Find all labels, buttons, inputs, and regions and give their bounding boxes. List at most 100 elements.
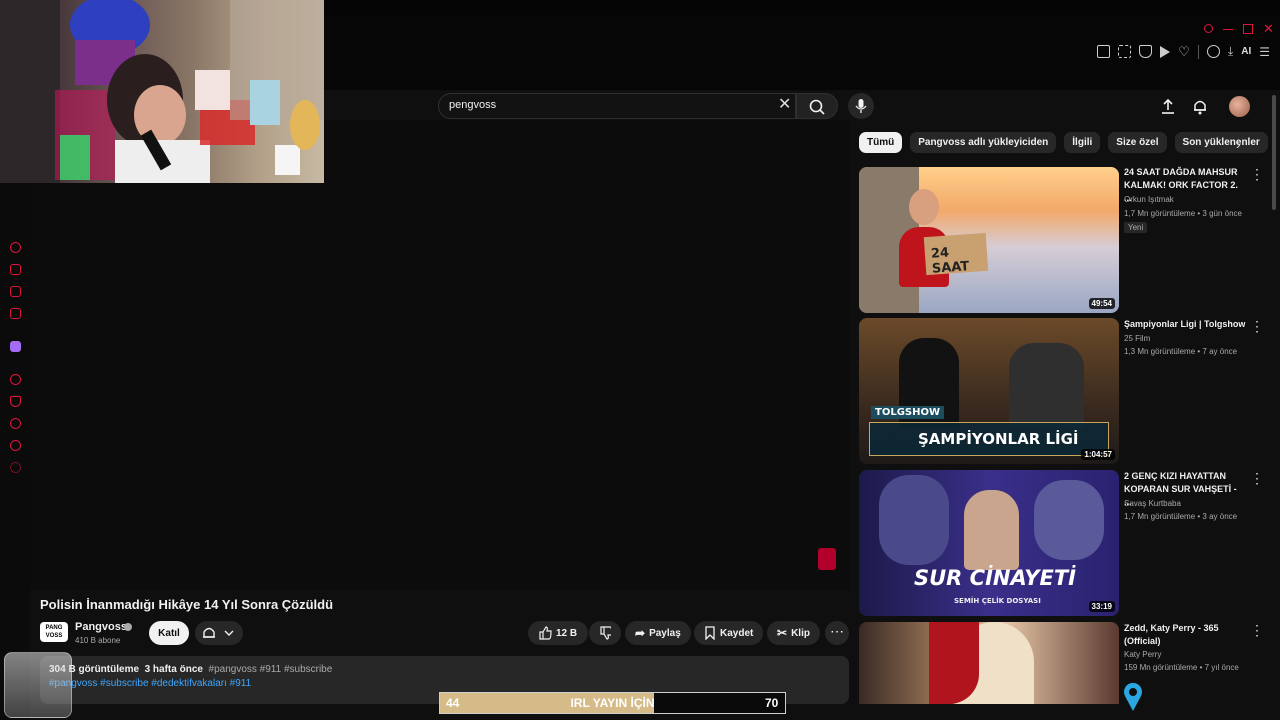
subscription-bell-button[interactable] (195, 621, 243, 645)
thumb-subtext: TOLGSHOW (871, 406, 945, 419)
window-controls: ✕ (1204, 22, 1274, 35)
rec-channel[interactable]: 25 Film (1124, 334, 1150, 343)
bell-icon (203, 627, 234, 638)
close-window-icon[interactable]: ✕ (1263, 22, 1274, 35)
channel-name[interactable]: Pangvoss (75, 621, 127, 633)
thumb-text: 24 SAAT (930, 245, 970, 277)
hashtags-line2[interactable]: #pangvoss #subscribe #dedektifvakaları #… (49, 678, 251, 689)
clip-label: Klip (791, 627, 810, 639)
voice-search-button[interactable] (848, 93, 874, 119)
more-vert-icon[interactable]: ⋮ (1250, 470, 1264, 487)
restore-icon[interactable] (1243, 24, 1253, 34)
history-icon[interactable] (10, 440, 21, 451)
description-meta: 304 B görüntüleme 3 hafta önce #pangvoss… (49, 664, 332, 675)
save-label: Kaydet (720, 627, 754, 639)
chip-uploader[interactable]: Pangvoss adlı yükleyiciden (910, 132, 1057, 153)
channel-logo[interactable]: PANG VOSS (40, 622, 68, 642)
thumbs-down-icon (600, 626, 611, 640)
search-icon (809, 99, 825, 115)
chip-related[interactable]: İlgili (1064, 132, 1101, 153)
video-player[interactable] (30, 120, 849, 590)
rec-channel[interactable]: Savaş Kurtbaba (1124, 499, 1181, 508)
title-banner: ŞAMPİYONLAR LİGİ (869, 422, 1109, 456)
search-button[interactable] (796, 93, 838, 119)
extension-bar: ♡ ⤓ AI ☰ (1097, 44, 1270, 59)
chip-all[interactable]: Tümü (859, 132, 903, 153)
hair-shape (929, 622, 979, 704)
rec-meta: 1,7 Mn görüntüleme • 3 ay önce (1124, 512, 1238, 521)
notifications-icon[interactable] (1191, 97, 1209, 115)
share-button[interactable]: ➦ Paylaş (625, 621, 691, 645)
more-actions-icon[interactable]: ⋯ (825, 621, 849, 645)
bookmark-side-icon[interactable] (10, 396, 21, 407)
rec-meta: 1,3 Mn görüntüleme • 7 ay önce (1124, 347, 1238, 356)
minimize-icon[interactable] (1223, 24, 1233, 30)
dislike-button[interactable] (589, 621, 621, 645)
scissors-icon: ✂ (777, 626, 788, 640)
more-vert-icon[interactable]: ⋮ (1250, 318, 1264, 335)
webcam-overlay (0, 0, 324, 183)
thumbs-up-icon (539, 626, 552, 640)
scrollbar[interactable] (1272, 95, 1276, 210)
play-icon[interactable] (1160, 45, 1171, 58)
filter-chips: Tümü Pangvoss adlı yükleyiciden İlgili S… (859, 132, 1268, 153)
shield-icon[interactable] (1139, 45, 1153, 58)
video-title: Polisin İnanmadığı Hikâye 14 Yıl Sonra Ç… (40, 597, 334, 612)
mic-icon (855, 99, 867, 113)
video-duration: 1:04:57 (1081, 449, 1115, 460)
join-button[interactable]: Katıl (149, 621, 189, 645)
thumb-text: SUR CİNAYETİ (914, 566, 1076, 590)
bag-icon[interactable] (10, 264, 21, 275)
mail-icon[interactable] (10, 308, 21, 319)
share-label: Paylaş (649, 627, 681, 639)
twitch-icon[interactable] (10, 341, 21, 352)
rec-meta: 159 Mn görüntüleme • 7 yıl önce (1124, 663, 1239, 672)
upload-icon[interactable] (1159, 97, 1177, 115)
search-input[interactable]: pengvoss (449, 99, 496, 111)
face-shape (909, 189, 939, 225)
video-duration: 33:19 (1088, 601, 1115, 612)
save-button[interactable]: Kaydet (694, 621, 764, 645)
play-circle-icon[interactable] (10, 374, 21, 385)
settings-icon[interactable] (10, 462, 21, 473)
ai-assistant-button[interactable]: AI (1241, 46, 1251, 57)
rec-thumbnail[interactable]: 24 SAAT 49:54 (859, 167, 1119, 313)
chip-for-you[interactable]: Size özel (1108, 132, 1167, 153)
video-duration: 49:54 (1088, 298, 1115, 309)
more-vert-icon[interactable]: ⋮ (1250, 622, 1264, 639)
rec-title[interactable]: Zedd, Katy Perry - 365 (Official) (1124, 622, 1246, 648)
rec-channel[interactable]: Orkun Işıtmak (1124, 195, 1174, 204)
like-count: 12 B (556, 627, 578, 639)
rec-channel[interactable]: Katy Perry (1124, 650, 1161, 659)
heart-icon[interactable]: ♡ (1178, 45, 1190, 58)
chevron-right-icon[interactable]: › (1236, 136, 1241, 152)
screenshot-icon[interactable] (1118, 45, 1132, 58)
like-button[interactable]: 12 B (528, 621, 588, 645)
subscriber-count: 410 B abone (75, 636, 121, 645)
rec-thumbnail[interactable]: SUR CİNAYETİ SEMİH ÇELİK DOSYASI 33:19 (859, 470, 1119, 616)
face-shape (879, 475, 949, 565)
refresh-icon[interactable] (10, 242, 21, 253)
instagram-icon[interactable] (10, 286, 21, 297)
clear-search-icon[interactable]: ✕ (778, 96, 791, 114)
clip-button[interactable]: ✂ Klip (767, 621, 820, 645)
chip-recent[interactable]: Son yüklenenler (1174, 132, 1268, 153)
rec-thumbnail[interactable]: ŞAMPİYONLAR LİGİ TOLGSHOW 1:04:57 (859, 318, 1119, 464)
upload-age: 3 hafta önce (144, 664, 203, 675)
bookmark-icon[interactable] (1097, 45, 1111, 58)
face-shape (964, 490, 1019, 570)
new-badge: Yeni (1124, 222, 1148, 233)
clock-icon[interactable] (10, 418, 21, 429)
webcam-scene (0, 0, 324, 183)
search-window-icon[interactable] (1204, 24, 1213, 33)
rec-thumbnail[interactable] (859, 622, 1119, 704)
download-icon[interactable]: ⤓ (1228, 44, 1233, 59)
goal-target: 70 (765, 696, 779, 710)
profile-icon[interactable] (1206, 45, 1220, 58)
more-vert-icon[interactable]: ⋮ (1250, 166, 1264, 183)
user-avatar[interactable] (1229, 96, 1250, 117)
menu-icon[interactable]: ☰ (1259, 45, 1270, 59)
thumb-text: ŞAMPİYONLAR LİGİ (918, 430, 1079, 448)
rec-title[interactable]: Şampiyonlar Ligi | Tolgshow (1124, 318, 1246, 331)
face-shape (1034, 480, 1104, 560)
